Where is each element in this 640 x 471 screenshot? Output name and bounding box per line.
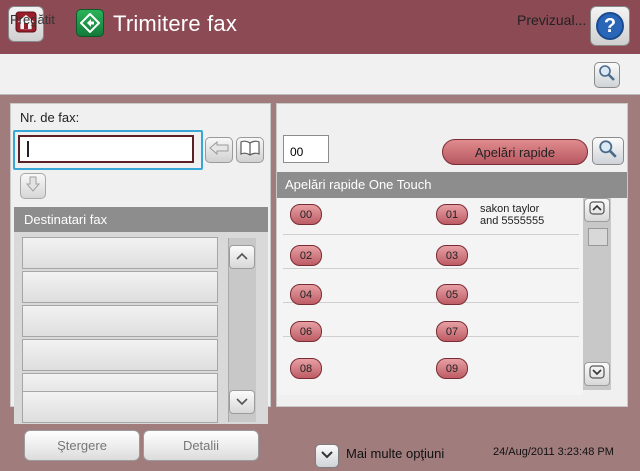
speed-dial-search-button[interactable] xyxy=(592,137,624,165)
speed-dial-key[interactable]: 00 xyxy=(290,204,322,225)
address-book-button[interactable] xyxy=(236,137,264,163)
speed-dial-key[interactable]: 01 xyxy=(436,204,468,225)
speed-dial-key[interactable]: 07 xyxy=(436,321,468,342)
speed-dial-number-input[interactable] xyxy=(283,135,329,163)
one-touch-header: Apelări rapide One Touch xyxy=(277,172,627,198)
speed-dial-key[interactable]: 06 xyxy=(290,321,322,342)
page-title: Trimitere fax xyxy=(113,11,238,36)
speed-dial-key[interactable]: 03 xyxy=(436,245,468,266)
add-recipient-button[interactable] xyxy=(20,173,46,199)
speed-dial-key[interactable]: 02 xyxy=(290,245,322,266)
text-cursor xyxy=(27,141,29,157)
speed-dial-key[interactable]: 09 xyxy=(436,358,468,379)
details-button[interactable]: Detalii xyxy=(143,430,259,461)
backspace-button[interactable] xyxy=(205,137,233,163)
speed-dial-scroll-thumb[interactable] xyxy=(588,228,608,246)
down-arrow-icon xyxy=(25,176,41,197)
chevron-down-icon xyxy=(320,447,334,465)
recipients-scroll-up-button[interactable] xyxy=(229,245,255,269)
chevron-down-icon xyxy=(235,393,249,411)
speed-dial-entry-name: sakon taylor and 5555555 xyxy=(480,203,545,227)
more-options-button[interactable] xyxy=(315,444,339,468)
magnifier-icon xyxy=(598,139,618,164)
recipient-row[interactable] xyxy=(22,339,218,371)
more-options-label[interactable]: Mai multe opţiuni xyxy=(346,446,444,461)
fax-number-input[interactable] xyxy=(18,135,194,163)
help-icon: ? xyxy=(596,12,624,40)
speed-dial-key[interactable]: 05 xyxy=(436,284,468,305)
address-book-icon xyxy=(240,140,260,161)
row-divider xyxy=(283,268,579,269)
status-bar xyxy=(0,54,640,95)
chevron-up-icon xyxy=(589,200,605,220)
preview-label[interactable]: Previzual... xyxy=(517,12,586,28)
recipients-header: Destinatari fax xyxy=(14,207,268,232)
status-text: Pregătit xyxy=(10,12,55,27)
chevron-down-icon xyxy=(589,364,605,384)
row-divider xyxy=(283,234,579,235)
preview-button[interactable] xyxy=(594,62,620,88)
row-divider xyxy=(283,336,579,337)
recipient-row[interactable] xyxy=(22,237,218,269)
recipients-scroll-down-button[interactable] xyxy=(229,390,255,414)
speed-dials-button[interactable]: Apelări rapide xyxy=(442,139,588,165)
recipient-row[interactable] xyxy=(22,305,218,337)
speed-dial-scroll-up-button[interactable] xyxy=(584,198,610,222)
speed-dial-key[interactable]: 08 xyxy=(290,358,322,379)
row-divider xyxy=(283,302,579,303)
backspace-arrow-icon xyxy=(209,140,229,160)
chevron-up-icon xyxy=(235,248,249,266)
speed-dial-scroll-down-button[interactable] xyxy=(584,362,610,386)
fax-number-label: Nr. de fax: xyxy=(20,110,80,125)
help-button[interactable]: ? xyxy=(590,6,630,46)
timestamp: 24/Aug/2011 3:23:48 PM xyxy=(493,446,614,458)
one-touch-list xyxy=(277,198,583,395)
fax-send-icon xyxy=(76,9,104,37)
magnifier-icon xyxy=(598,64,616,87)
recipient-row[interactable] xyxy=(22,271,218,303)
delete-button[interactable]: Ştergere xyxy=(24,430,140,461)
recipient-row[interactable] xyxy=(22,391,218,423)
speed-dial-key[interactable]: 04 xyxy=(290,284,322,305)
